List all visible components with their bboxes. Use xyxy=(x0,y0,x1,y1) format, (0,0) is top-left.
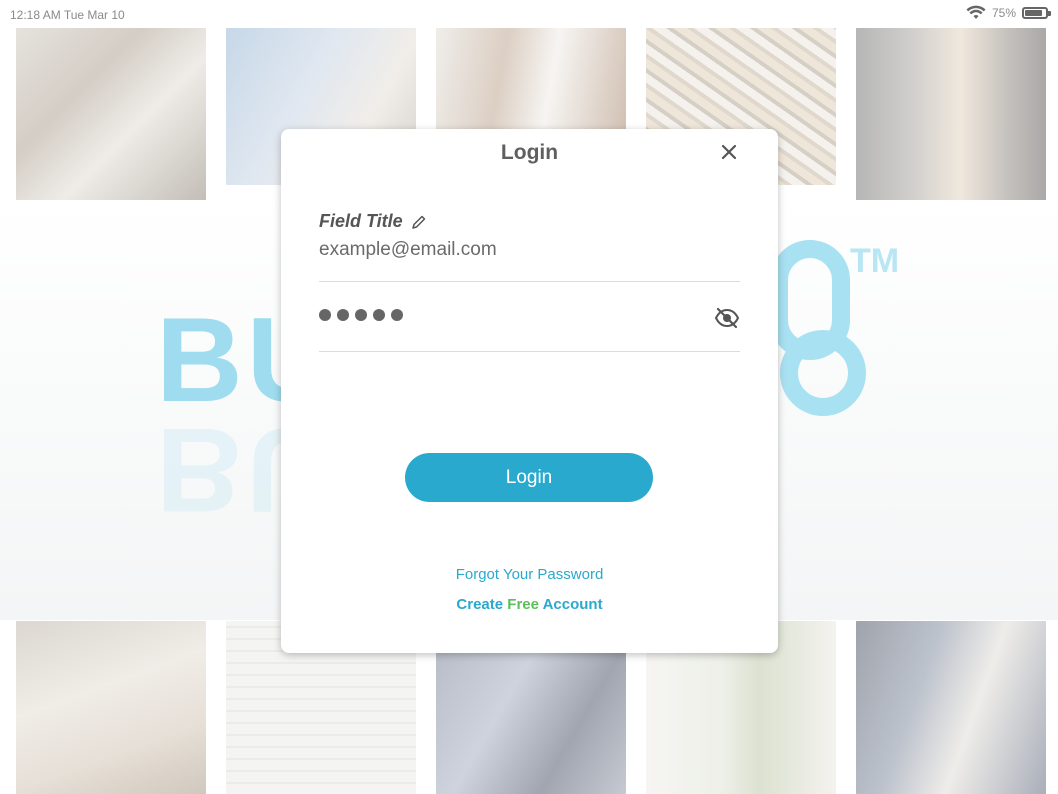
status-indicators: 75% xyxy=(966,5,1051,21)
email-field-title: Field Title xyxy=(319,211,427,232)
status-time: 12:18 AM Tue Mar 10 xyxy=(10,8,125,22)
password-dot xyxy=(355,309,367,321)
background-photo xyxy=(436,28,626,130)
battery-percent: 75% xyxy=(991,6,1016,20)
background-photo xyxy=(16,28,206,201)
background-photo xyxy=(856,621,1046,794)
wifi-icon xyxy=(966,5,986,19)
field-title-label: Field Title xyxy=(319,211,403,231)
password-dot xyxy=(373,309,385,321)
close-button[interactable] xyxy=(718,141,740,163)
login-dialog: Login Field Title example@email.com Logi… xyxy=(281,129,778,653)
create-suffix: Account xyxy=(542,596,603,613)
password-dot xyxy=(337,309,349,321)
create-account-link[interactable]: Create Free Account xyxy=(281,596,778,613)
password-dot xyxy=(391,309,403,321)
password-dot xyxy=(319,309,331,321)
background-photo xyxy=(856,28,1046,201)
battery-fill xyxy=(1025,10,1042,16)
login-button[interactable]: Login xyxy=(405,453,653,502)
close-icon xyxy=(721,144,737,160)
password-field[interactable] xyxy=(319,309,403,321)
pencil-icon[interactable] xyxy=(411,214,427,230)
status-bar: 12:18 AM Tue Mar 10 75% xyxy=(0,0,1058,28)
dialog-title: Login xyxy=(500,141,559,164)
toggle-password-visibility[interactable] xyxy=(714,305,740,331)
eye-off-icon xyxy=(714,307,740,329)
forgot-password-link[interactable]: Forgot Your Password xyxy=(281,566,778,583)
logo-trademark: TM xyxy=(850,242,900,280)
password-field-underline xyxy=(319,351,740,352)
email-field[interactable]: example@email.com xyxy=(319,239,497,261)
battery-icon xyxy=(1022,7,1051,19)
create-prefix: Create xyxy=(456,596,504,613)
background-photo xyxy=(16,621,206,794)
email-field-underline xyxy=(319,281,740,282)
create-free: Free xyxy=(507,596,539,613)
logo-ring-shape xyxy=(780,330,866,416)
